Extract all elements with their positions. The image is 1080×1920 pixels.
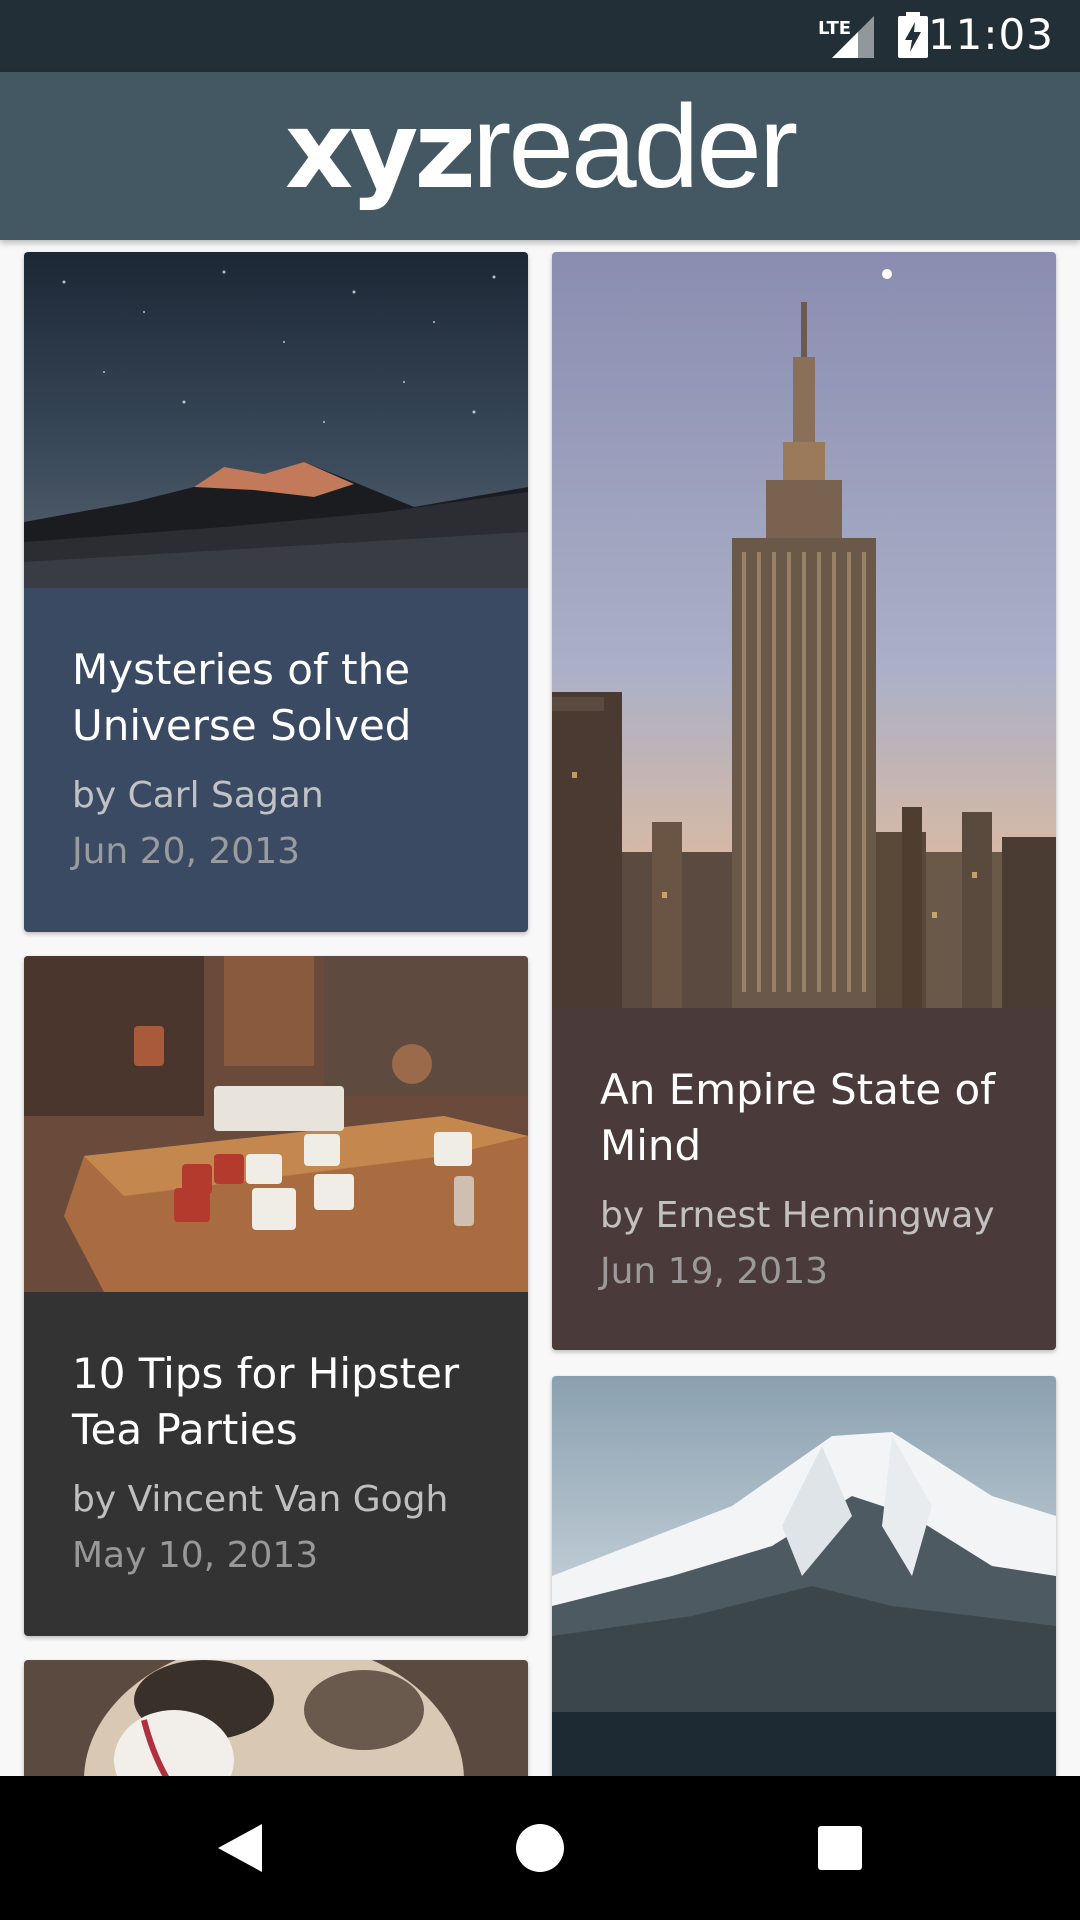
back-icon[interactable]: [204, 1812, 276, 1884]
article-card[interactable]: [24, 1660, 528, 1776]
article-card[interactable]: Mysteries of the Universe Solved by Carl…: [24, 252, 528, 932]
navigation-bar: [0, 1776, 1080, 1920]
battery-charging-icon: [898, 12, 928, 58]
article-date: Jun 19, 2013: [600, 1251, 829, 1292]
clock: 11:03: [927, 10, 1054, 59]
article-date: Jun 20, 2013: [72, 831, 301, 872]
status-bar: LTE 11:03: [0, 0, 1080, 72]
article-card[interactable]: An Empire State of Mind by Ernest Heming…: [552, 252, 1056, 1350]
article-image-starry-night: [24, 252, 528, 588]
article-card[interactable]: 10 Tips for Hipster Tea Parties by Vince…: [24, 956, 528, 1636]
article-title: 10 Tips for Hipster Tea Parties: [72, 1349, 460, 1454]
article-meta: My Sense of: [552, 1712, 1056, 1776]
article-grid[interactable]: Mysteries of the Universe Solved by Carl…: [0, 240, 1080, 1776]
article-author: by Carl Sagan: [72, 775, 324, 816]
article-title: Mysteries of the Universe Solved: [72, 645, 412, 750]
article-meta: 10 Tips for Hipster Tea Parties by Vince…: [24, 1292, 528, 1636]
article-card[interactable]: My Sense of: [552, 1376, 1056, 1776]
article-date: May 10, 2013: [72, 1535, 319, 1576]
lte-signal-icon: LTE: [818, 16, 874, 58]
app-logo: xyzreader: [0, 72, 1080, 240]
article-author: by Vincent Van Gogh: [72, 1479, 449, 1520]
article-title: My Sense of: [600, 1766, 1008, 1776]
article-author: by Ernest Hemingway: [600, 1195, 995, 1236]
article-image-tea-cups: [24, 956, 528, 1292]
article-meta: An Empire State of Mind by Ernest Heming…: [552, 1008, 1056, 1350]
article-image-bulldog: [24, 1660, 528, 1776]
home-icon[interactable]: [504, 1812, 576, 1884]
article-image-snowy-mountain: [552, 1376, 1056, 1712]
logo-bold-text: xyz: [284, 89, 476, 212]
article-title: An Empire State of Mind: [600, 1065, 996, 1170]
logo-light-text: reader: [472, 81, 798, 213]
app-bar: xyzreader: [0, 72, 1080, 240]
article-meta: Mysteries of the Universe Solved by Carl…: [24, 588, 528, 932]
article-image-empire-state: [552, 252, 1056, 1008]
recents-icon[interactable]: [804, 1812, 876, 1884]
network-label: LTE: [818, 18, 851, 39]
